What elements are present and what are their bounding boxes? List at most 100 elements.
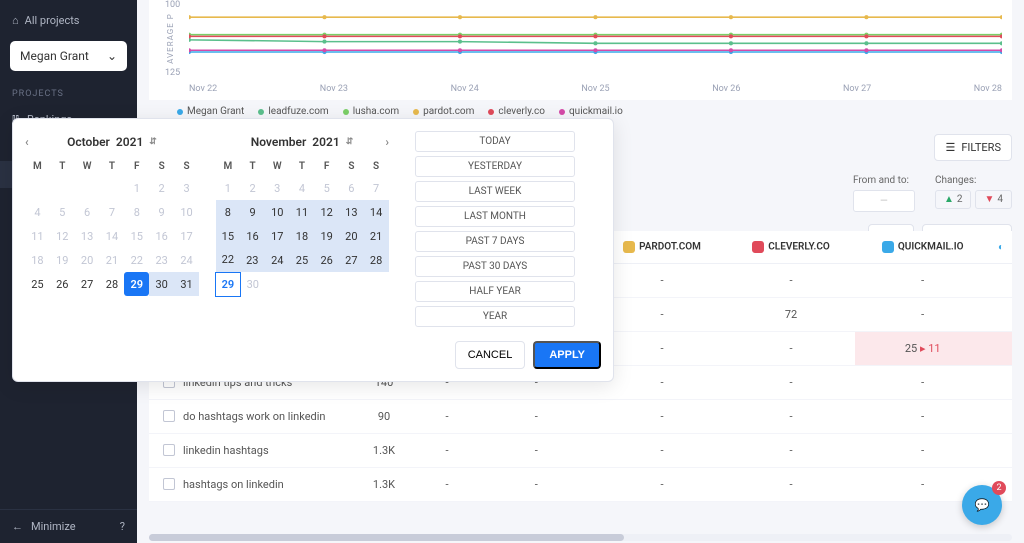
table-row: hashtags on linkedin1.3K----- bbox=[149, 468, 1012, 502]
keyword-cell[interactable]: do hashtags work on linkedin bbox=[149, 400, 349, 434]
keyword-cell[interactable]: hashtags on linkedin bbox=[149, 468, 349, 502]
calendar-day[interactable]: 24 bbox=[174, 248, 199, 272]
calendar-day[interactable]: 15 bbox=[216, 224, 241, 248]
th-competitor[interactable]: CLEVERLY.CO bbox=[727, 231, 856, 264]
chart-x-tick: Nov 24 bbox=[451, 84, 479, 94]
calendar-day[interactable]: 10 bbox=[174, 200, 199, 224]
date-preset[interactable]: HALF YEAR bbox=[415, 281, 575, 302]
fromto-label: From and to: bbox=[853, 175, 915, 186]
next-month-button[interactable]: › bbox=[385, 135, 389, 149]
date-preset[interactable]: YESTERDAY bbox=[415, 156, 575, 177]
calendar-day[interactable]: 30 bbox=[149, 272, 174, 296]
calendar-day[interactable]: 2 bbox=[240, 176, 265, 200]
volume-cell: 1.3K bbox=[349, 434, 419, 468]
change-up-val: 2 bbox=[957, 194, 963, 205]
th-more: ◐ bbox=[990, 231, 1012, 264]
value-cell: - bbox=[855, 264, 990, 298]
calendar-day[interactable]: 1 bbox=[216, 176, 241, 200]
calendar-day[interactable]: 20 bbox=[339, 224, 364, 248]
calendar-day[interactable]: 9 bbox=[149, 200, 174, 224]
calendar-day[interactable]: 7 bbox=[364, 176, 389, 200]
date-preset[interactable]: YEAR bbox=[415, 306, 575, 327]
row-checkbox[interactable] bbox=[163, 478, 175, 490]
calendar-day[interactable]: 29 bbox=[137, 272, 149, 296]
date-preset[interactable]: LAST MONTH bbox=[415, 206, 575, 227]
date-preset[interactable]: PAST 7 DAYS bbox=[415, 231, 575, 252]
row-checkbox[interactable] bbox=[163, 410, 175, 422]
calendar-day[interactable]: 22 bbox=[137, 248, 149, 272]
calendar-day[interactable]: 23 bbox=[240, 248, 265, 272]
keyword-cell[interactable]: linkedin hashtags bbox=[149, 434, 349, 468]
project-select[interactable]: Megan Grant ⌄ bbox=[10, 41, 127, 71]
calendar-day[interactable]: 19 bbox=[314, 224, 339, 248]
legend-item[interactable]: leadfuze.com bbox=[258, 106, 328, 117]
value-cell bbox=[990, 400, 1012, 434]
value-cell: - bbox=[727, 366, 856, 400]
apply-button[interactable]: APPLY bbox=[533, 341, 601, 369]
calendar-day[interactable]: 1 bbox=[137, 176, 149, 200]
keyword-text: hashtags on linkedin bbox=[183, 478, 284, 491]
th-competitor[interactable]: PARDOT.COM bbox=[597, 231, 726, 264]
calendar-month: ‹October2021⇵MTWTFSS12345678910111213141… bbox=[137, 131, 199, 327]
th-competitor[interactable]: QUICKMAIL.IO bbox=[855, 231, 990, 264]
cancel-button[interactable]: CANCEL bbox=[455, 341, 526, 369]
help-icon[interactable]: ? bbox=[120, 520, 125, 533]
changes-down[interactable]: ▼4 bbox=[975, 190, 1012, 209]
legend-item[interactable]: quickmail.io bbox=[559, 106, 623, 117]
legend-item[interactable]: cleverly.co bbox=[488, 106, 545, 117]
year-stepper-icon[interactable]: ⇵ bbox=[346, 137, 354, 147]
calendar-day[interactable]: 23 bbox=[149, 248, 174, 272]
calendar-day[interactable]: 22 bbox=[216, 248, 241, 272]
legend-item[interactable]: lusha.com bbox=[343, 106, 399, 117]
calendar-day[interactable]: 25 bbox=[290, 248, 315, 272]
calendar-day[interactable]: 17 bbox=[265, 224, 290, 248]
calendar-day[interactable]: 24 bbox=[265, 248, 290, 272]
calendar-day[interactable]: 4 bbox=[290, 176, 315, 200]
keyword-text: linkedin hashtags bbox=[183, 444, 269, 457]
filters-button[interactable]: ☰ FILTERS bbox=[934, 134, 1012, 161]
calendar-day[interactable]: 6 bbox=[339, 176, 364, 200]
calendar-day[interactable]: 14 bbox=[364, 200, 389, 224]
changes-up[interactable]: ▲2 bbox=[935, 190, 972, 209]
calendar-day[interactable]: 31 bbox=[174, 272, 199, 296]
date-preset[interactable]: PAST 30 DAYS bbox=[415, 256, 575, 277]
calendar-day[interactable]: 18 bbox=[290, 224, 315, 248]
legend-item[interactable]: pardot.com bbox=[413, 106, 474, 117]
calendar-day[interactable]: 2 bbox=[149, 176, 174, 200]
calendar-day[interactable]: 15 bbox=[137, 224, 149, 248]
calendar-day[interactable]: 16 bbox=[149, 224, 174, 248]
calendar-day[interactable]: 12 bbox=[314, 200, 339, 224]
calendar-day[interactable]: 3 bbox=[265, 176, 290, 200]
from-input[interactable]: — bbox=[853, 190, 915, 212]
all-projects-link[interactable]: ⌂ All projects bbox=[0, 8, 137, 33]
value-cell: - bbox=[855, 400, 990, 434]
legend-item[interactable]: Megan Grant bbox=[177, 106, 244, 117]
calendar-day[interactable]: 10 bbox=[265, 200, 290, 224]
calendar-day[interactable]: 8 bbox=[137, 200, 149, 224]
calendar-day[interactable]: 16 bbox=[240, 224, 265, 248]
calendar-day[interactable]: 11 bbox=[290, 200, 315, 224]
calendar-day[interactable]: 30 bbox=[240, 272, 265, 296]
calendar-day[interactable]: 26 bbox=[314, 248, 339, 272]
calendar-day[interactable]: 28 bbox=[364, 248, 389, 272]
calendar-day[interactable]: 21 bbox=[364, 224, 389, 248]
calendar-day[interactable]: 13 bbox=[339, 200, 364, 224]
value-cell bbox=[990, 264, 1012, 298]
calendar-day bbox=[265, 272, 290, 296]
minimize-button[interactable]: ← Minimize ? bbox=[0, 509, 137, 543]
date-preset[interactable]: TODAY bbox=[415, 131, 575, 152]
horizontal-scrollbar[interactable] bbox=[149, 534, 1012, 541]
calendar-day[interactable]: 9 bbox=[240, 200, 265, 224]
calendar-day[interactable]: 17 bbox=[174, 224, 199, 248]
calendar-day[interactable]: 3 bbox=[174, 176, 199, 200]
value-cell bbox=[990, 298, 1012, 332]
date-preset[interactable]: LAST WEEK bbox=[415, 181, 575, 202]
year-stepper-icon[interactable]: ⇵ bbox=[149, 137, 157, 147]
calendar-day[interactable]: 29 bbox=[216, 272, 241, 296]
calendar-day[interactable]: 8 bbox=[216, 200, 241, 224]
row-checkbox[interactable] bbox=[163, 444, 175, 456]
chat-button[interactable]: 💬 2 bbox=[962, 485, 1002, 525]
weekday-label: S bbox=[364, 157, 389, 176]
calendar-day[interactable]: 27 bbox=[339, 248, 364, 272]
calendar-day[interactable]: 5 bbox=[314, 176, 339, 200]
